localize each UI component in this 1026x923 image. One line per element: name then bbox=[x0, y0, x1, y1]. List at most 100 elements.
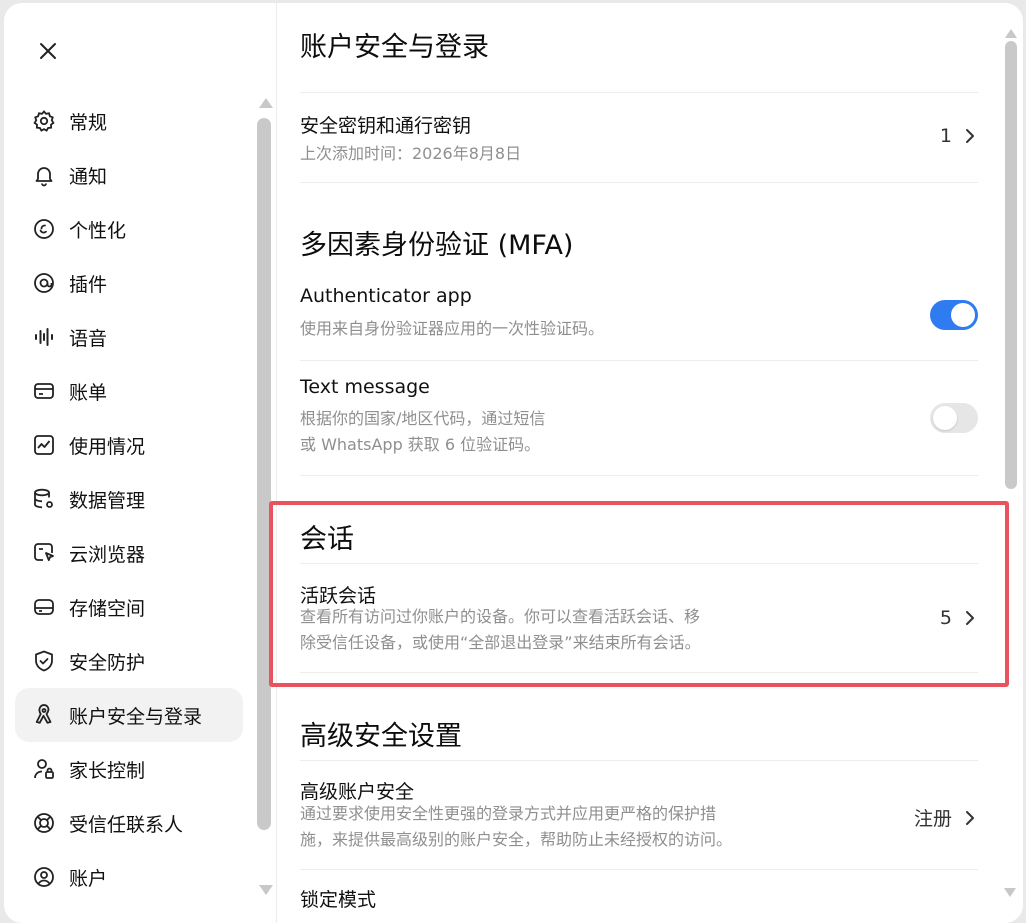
enroll-button[interactable]: 注册 bbox=[914, 804, 978, 831]
toggle-knob bbox=[951, 303, 975, 327]
chevron-right-icon bbox=[962, 609, 978, 627]
enroll-label: 注册 bbox=[913, 808, 952, 830]
sidebar-item-label: 账单 bbox=[69, 381, 108, 404]
sidebar-item-parental-controls[interactable]: 家长控制 bbox=[15, 742, 243, 796]
settings-dialog: 常规 通知 个性化 插件 语音 账单 使用情况 数据管理 云浏览器 存储空间 安… bbox=[4, 3, 1023, 923]
scroll-down-arrow-icon[interactable] bbox=[259, 885, 273, 895]
authenticator-desc: 使用来自身份验证器应用的一次性验证码。 bbox=[300, 319, 605, 338]
divider bbox=[300, 92, 978, 93]
divider bbox=[300, 563, 978, 564]
lifebuoy-icon bbox=[31, 810, 57, 836]
desc-line: 通过要求使用安全性更强的登录方式并应用更严格的保护措 bbox=[300, 804, 717, 823]
sidebar-item-label: 语音 bbox=[69, 327, 108, 350]
active-sessions-open-button[interactable]: 5 bbox=[940, 607, 978, 629]
divider bbox=[300, 182, 978, 183]
sidebar: 常规 通知 个性化 插件 语音 账单 使用情况 数据管理 云浏览器 存储空间 安… bbox=[4, 3, 276, 923]
sidebar-item-label: 使用情况 bbox=[69, 435, 146, 458]
chevron-right-icon bbox=[962, 127, 978, 145]
usage-chart-icon bbox=[31, 432, 57, 458]
sidebar-item-general[interactable]: 常规 bbox=[15, 94, 243, 148]
close-button[interactable] bbox=[32, 35, 64, 67]
active-sessions-desc: 查看所有访问过你账户的设备。你可以查看活跃会话、移 除受信任设备，或使用“全部退… bbox=[300, 604, 770, 656]
divider bbox=[300, 360, 978, 361]
desc-line: 或 WhatsApp 获取 6 位验证码。 bbox=[300, 435, 541, 454]
user-circle-icon bbox=[31, 864, 57, 890]
sidebar-item-billing[interactable]: 账单 bbox=[15, 364, 243, 418]
sidebar-item-label: 存储空间 bbox=[69, 597, 146, 620]
chevron-right-icon bbox=[962, 809, 978, 827]
desc-line: 查看所有访问过你账户的设备。你可以查看活跃会话、移 bbox=[300, 607, 701, 626]
desc-line: 除受信任设备，或使用“全部退出登录”来结束所有会话。 bbox=[300, 633, 701, 652]
shield-icon bbox=[31, 648, 57, 674]
divider bbox=[300, 475, 978, 476]
sidebar-item-label: 账户安全与登录 bbox=[69, 705, 203, 728]
authenticator-toggle[interactable] bbox=[930, 300, 978, 330]
sidebar-scroll-thumb[interactable] bbox=[257, 118, 271, 830]
authenticator-title: Authenticator app bbox=[300, 285, 472, 307]
personalize-icon bbox=[31, 216, 57, 242]
sidebar-item-usage[interactable]: 使用情况 bbox=[15, 418, 243, 472]
sidebar-item-label: 个性化 bbox=[69, 219, 127, 242]
storage-icon bbox=[31, 594, 57, 620]
desc-line: 根据你的国家/地区代码，通过短信 bbox=[300, 409, 546, 428]
sidebar-item-notifications[interactable]: 通知 bbox=[15, 148, 243, 202]
desc-line: 施，来提供最高级别的账户安全，帮助防止未经授权的访问。 bbox=[300, 830, 733, 849]
sidebar-item-cloud-browser[interactable]: 云浏览器 bbox=[15, 526, 243, 580]
sidebar-scrollbar[interactable] bbox=[257, 98, 273, 898]
passkeys-desc: 上次添加时间：2026年8月8日 bbox=[300, 144, 522, 163]
sidebar-item-storage[interactable]: 存储空间 bbox=[15, 580, 243, 634]
sidebar-item-label: 插件 bbox=[69, 273, 108, 296]
card-icon bbox=[31, 378, 57, 404]
sidebar-item-voice[interactable]: 语音 bbox=[15, 310, 243, 364]
plugin-icon bbox=[31, 270, 57, 296]
bell-icon bbox=[31, 162, 57, 188]
sessions-section-title: 会话 bbox=[300, 524, 354, 555]
sidebar-item-account-security[interactable]: 账户安全与登录 bbox=[15, 688, 243, 742]
scroll-down-arrow-icon[interactable] bbox=[1004, 888, 1016, 897]
passkeys-title: 安全密钥和通行密钥 bbox=[300, 115, 472, 137]
passkeys-open-button[interactable]: 1 bbox=[940, 125, 978, 147]
gear-icon bbox=[31, 108, 57, 134]
text-message-toggle[interactable] bbox=[930, 403, 978, 433]
page-title: 账户安全与登录 bbox=[300, 32, 489, 63]
active-sessions-count: 5 bbox=[939, 607, 952, 629]
text-message-desc: 根据你的国家/地区代码，通过短信 或 WhatsApp 获取 6 位验证码。 bbox=[300, 406, 770, 458]
close-icon bbox=[40, 43, 56, 59]
sidebar-item-data-controls[interactable]: 数据管理 bbox=[15, 472, 243, 526]
lock-ribbon-icon bbox=[31, 702, 57, 728]
main-scroll-thumb[interactable] bbox=[1005, 41, 1017, 489]
sidebar-item-label: 受信任联系人 bbox=[69, 813, 184, 836]
scroll-up-arrow-icon[interactable] bbox=[1005, 29, 1017, 38]
cloud-browser-icon bbox=[31, 540, 57, 566]
parental-control-icon bbox=[31, 756, 57, 782]
advanced-account-security-title: 高级账户安全 bbox=[300, 781, 415, 803]
sidebar-item-personalization[interactable]: 个性化 bbox=[15, 202, 243, 256]
lockdown-mode-title[interactable]: 锁定模式 bbox=[300, 885, 376, 912]
sidebar-item-label: 安全防护 bbox=[69, 651, 146, 674]
divider bbox=[300, 869, 978, 870]
sidebar-item-plugins[interactable]: 插件 bbox=[15, 256, 243, 310]
scroll-up-arrow-icon[interactable] bbox=[259, 98, 273, 108]
sidebar-item-account[interactable]: 账户 bbox=[15, 850, 243, 904]
divider bbox=[300, 672, 978, 673]
sidebar-divider bbox=[276, 3, 277, 923]
database-icon bbox=[31, 486, 57, 512]
advanced-section-title: 高级安全设置 bbox=[300, 721, 462, 752]
toggle-knob bbox=[933, 406, 957, 430]
sidebar-nav: 常规 通知 个性化 插件 语音 账单 使用情况 数据管理 云浏览器 存储空间 安… bbox=[15, 94, 243, 904]
sidebar-item-label: 云浏览器 bbox=[69, 543, 146, 566]
main-content: 账户安全与登录 安全密钥和通行密钥 上次添加时间：2026年8月8日 1 多因素… bbox=[300, 3, 978, 923]
divider bbox=[300, 760, 978, 761]
text-message-title: Text message bbox=[300, 376, 430, 398]
sidebar-item-label: 账户 bbox=[69, 867, 108, 890]
sidebar-item-trusted-contacts[interactable]: 受信任联系人 bbox=[15, 796, 243, 850]
passkeys-count: 1 bbox=[939, 125, 952, 147]
main-scrollbar[interactable] bbox=[1003, 29, 1019, 489]
sidebar-item-label: 家长控制 bbox=[69, 759, 146, 782]
sidebar-item-label: 常规 bbox=[69, 111, 108, 134]
mfa-section-title: 多因素身份验证 (MFA) bbox=[300, 230, 574, 261]
sidebar-item-security[interactable]: 安全防护 bbox=[15, 634, 243, 688]
voice-wave-icon bbox=[31, 324, 57, 350]
sidebar-item-label: 通知 bbox=[69, 165, 108, 188]
advanced-account-security-desc: 通过要求使用安全性更强的登录方式并应用更严格的保护措 施，来提供最高级别的账户安… bbox=[300, 801, 770, 853]
